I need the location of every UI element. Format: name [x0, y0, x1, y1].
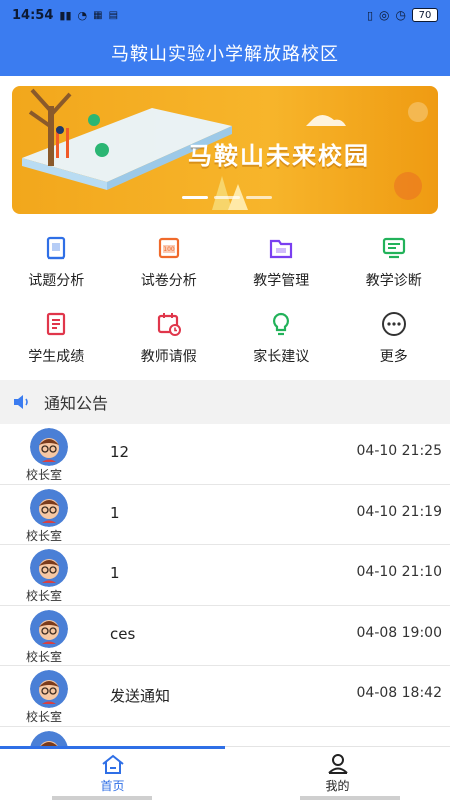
notice-sender: 校长室 — [26, 528, 63, 543]
banner[interactable]: 马鞍山未来校园 — [12, 86, 438, 214]
notice-time: 04-10 21:10 — [356, 564, 442, 580]
wifi-icon: ◔ — [77, 8, 88, 22]
avatar — [30, 428, 68, 466]
more-icon — [381, 312, 406, 336]
menu-label: 教师请假 — [140, 349, 197, 365]
banner-dot[interactable] — [214, 196, 240, 199]
notice-section-title: 通知公告 — [44, 394, 109, 413]
avatar — [30, 488, 68, 527]
bottom-tab-bar: 首页 我的 — [0, 746, 450, 800]
calendar-icon — [157, 313, 181, 336]
signal-icon: ▮▮ — [59, 8, 72, 22]
menu-label: 更多 — [379, 349, 408, 365]
app-notify-icon: ▤ — [108, 9, 119, 21]
menu-item-teaching-diagnosis[interactable]: 教学诊断 — [338, 226, 450, 302]
notice-time: 04-08 18:42 — [356, 685, 442, 701]
tab-label: 我的 — [325, 779, 350, 793]
user-icon — [327, 754, 348, 774]
status-time: 14:54 — [12, 7, 54, 23]
gesture-bar — [52, 796, 152, 800]
list-item[interactable]: 校长室 1 04-10 21:10 — [0, 545, 450, 606]
exam-paper-icon: 100 — [158, 237, 179, 259]
menu-item-more[interactable]: 更多 — [338, 302, 450, 378]
menu-item-exam-analysis[interactable]: 100 试卷分析 — [113, 226, 226, 302]
menu-item-teaching-management[interactable]: 教学管理 — [225, 226, 338, 302]
folder-icon — [270, 239, 293, 259]
notice-title: 12 — [110, 443, 130, 461]
list-item[interactable]: 校长室 12 04-10 21:25 — [0, 424, 450, 485]
notice-time: 04-10 21:25 — [356, 443, 442, 459]
menu-item-student-scores[interactable]: 学生成绩 — [0, 302, 113, 378]
alarm-icon: ◎ — [379, 8, 390, 22]
notice-sender: 校长室 — [26, 468, 63, 482]
banner-pagination — [182, 196, 272, 199]
data-speed-icon: ▦ — [93, 9, 103, 21]
report-icon — [47, 312, 66, 336]
home-icon — [101, 754, 124, 774]
menu-label: 学生成绩 — [28, 349, 85, 365]
list-item[interactable]: 校长室 发送通知 04-08 18:42 — [0, 666, 450, 727]
notice-sender: 校长室 — [26, 589, 63, 603]
feature-grid: 试题分析 100 试卷分析 教学管理 教学诊断 学生成绩 教师请假 家长建议 更… — [0, 226, 450, 378]
notice-title: ces — [110, 624, 136, 643]
menu-item-teacher-leave[interactable]: 教师请假 — [113, 302, 226, 378]
menu-label: 试卷分析 — [140, 273, 197, 289]
notice-sender: 校长室 — [26, 649, 63, 664]
book-icon — [47, 236, 66, 260]
banner-title: 马鞍山未来校园 — [188, 142, 370, 170]
tab-home[interactable]: 首页 — [0, 746, 225, 800]
tab-label: 首页 — [100, 779, 125, 793]
monitor-icon — [382, 237, 405, 259]
vibrate-icon: ▯ — [366, 8, 374, 22]
banner-dot[interactable] — [246, 196, 272, 199]
speaker-icon — [14, 395, 28, 409]
avatar — [30, 670, 68, 708]
notice-time: 04-10 21:19 — [356, 503, 442, 520]
tab-mine[interactable]: 我的 — [225, 747, 450, 800]
list-item[interactable]: 校长室 ces 04-08 19:00 — [0, 605, 450, 666]
notice-title: 1 — [110, 503, 120, 522]
avatar — [30, 609, 68, 648]
notice-sender: 校长室 — [26, 710, 63, 724]
menu-label: 试题分析 — [28, 273, 85, 289]
svg-text:100: 100 — [163, 246, 175, 253]
lightbulb-icon — [273, 312, 290, 336]
notice-list: 校长室 12 04-10 21:25 校长室 1 04-10 21:19 校长室… — [0, 424, 450, 746]
page-title: 马鞍山实验小学解放路校区 — [0, 30, 450, 76]
notice-section-header: 通知公告 — [0, 380, 450, 424]
menu-item-question-analysis[interactable]: 试题分析 — [0, 226, 113, 302]
list-item[interactable]: 校长室 1 04-10 21:19 — [0, 484, 450, 545]
menu-label: 教学诊断 — [365, 273, 422, 289]
notice-title: 1 — [110, 564, 120, 582]
menu-item-parent-suggestions[interactable]: 家长建议 — [225, 302, 338, 378]
menu-label: 教学管理 — [253, 273, 310, 289]
notice-title: 发送通知 — [110, 687, 171, 705]
battery-indicator: 70 — [412, 8, 438, 22]
menu-label: 家长建议 — [253, 349, 310, 365]
status-bar: 14:54 ▮▮ ◔ ▦ ▤ ▯ ◎ ◷ 70 — [0, 0, 450, 30]
avatar — [30, 730, 68, 746]
gesture-bar — [300, 796, 400, 800]
notice-time: 04-08 19:00 — [356, 624, 442, 641]
banner-dot[interactable] — [182, 196, 208, 199]
avatar — [30, 549, 68, 587]
list-item-partial[interactable] — [0, 726, 450, 746]
clock-icon: ◷ — [395, 8, 406, 22]
